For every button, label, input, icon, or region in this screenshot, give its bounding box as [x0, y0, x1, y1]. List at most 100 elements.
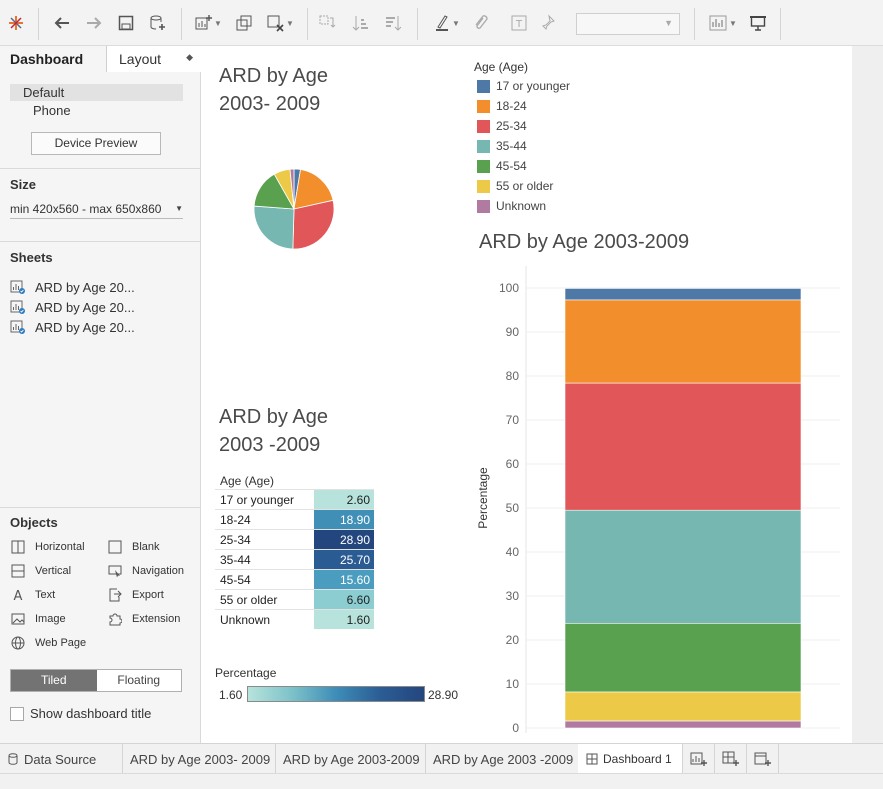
size-select[interactable]: min 420x560 - max 650x860 ▼ [10, 199, 183, 219]
legend-item[interactable]: Unknown [477, 198, 546, 214]
object-text[interactable]: A Text [10, 587, 56, 603]
stacked-bar-chart[interactable]: 0 10 20 30 40 50 60 70 80 90 100 Percentage [470, 258, 850, 743]
show-dashboard-title-checkbox[interactable] [10, 707, 24, 721]
object-extension[interactable]: Extension [107, 611, 180, 627]
pie-chart[interactable] [251, 166, 337, 252]
bar-segment-45-54[interactable] [564, 622, 802, 693]
table-title-line2: 2003 -2009 [219, 434, 321, 456]
tab-sheet-3[interactable]: ARD by Age 2003 -2009 [425, 744, 578, 774]
legend-item[interactable]: 25-34 [477, 118, 527, 134]
save-icon[interactable] [115, 11, 137, 35]
legend-label: 35-44 [496, 139, 527, 153]
tableau-logo-icon[interactable] [6, 11, 26, 35]
vertical-container-icon [10, 564, 26, 578]
image-icon [10, 612, 26, 626]
bar-segment-17-or-younger[interactable] [564, 288, 802, 301]
object-label: Horizontal [35, 541, 85, 553]
legend-label: 18-24 [496, 99, 527, 113]
swap-rows-columns-icon[interactable] [316, 11, 338, 35]
bar-segment-25-34[interactable] [564, 382, 802, 511]
status-bar [0, 773, 883, 789]
object-navigation[interactable]: Navigation [107, 563, 184, 579]
table-cell-value: 6.60 [314, 590, 374, 609]
clear-sheet-icon[interactable]: ▼ [263, 11, 297, 35]
table-row-label: Unknown [220, 613, 271, 627]
device-phone[interactable]: Phone [33, 103, 71, 118]
object-label: Vertical [35, 565, 72, 577]
legend-item[interactable]: 35-44 [477, 138, 527, 154]
table-cell-value: 2.60 [314, 490, 374, 509]
table-row[interactable]: 25-34 28.90 [215, 529, 374, 549]
sheet-item[interactable]: ARD by Age 20... [10, 298, 135, 316]
pie-title[interactable]: ARD by Age 2003- 2009 [219, 62, 328, 118]
new-dashboard-tab-icon[interactable] [714, 744, 746, 774]
device-default[interactable]: Default [10, 84, 183, 101]
pie-slice-25-34[interactable] [292, 199, 335, 250]
y-tick-label: 10 [506, 677, 520, 691]
object-blank[interactable]: Blank [107, 539, 160, 555]
new-story-tab-icon[interactable] [746, 744, 778, 774]
legend-item[interactable]: 55 or older [477, 178, 553, 194]
worksheet-icon [10, 320, 25, 334]
table-row[interactable]: 45-54 15.60 [215, 569, 374, 589]
table-row[interactable]: 35-44 25.70 [215, 549, 374, 569]
legend-swatch [477, 199, 490, 213]
legend-item[interactable]: 18-24 [477, 98, 527, 114]
sort-ascending-icon[interactable] [350, 11, 372, 35]
fix-axes-icon[interactable] [538, 11, 560, 35]
y-tick-label: 50 [506, 501, 520, 515]
show-mark-labels-icon[interactable]: T [508, 11, 530, 35]
new-worksheet-tab-icon[interactable] [682, 744, 714, 774]
object-horizontal[interactable]: Horizontal [10, 539, 85, 555]
object-web-page[interactable]: Web Page [10, 635, 86, 651]
new-worksheet-icon[interactable]: ▼ [191, 11, 225, 35]
bar-chart-title[interactable]: ARD by Age 2003-2009 [479, 228, 689, 256]
tab-dashboard[interactable]: Dashboard [0, 46, 107, 72]
presentation-mode-icon[interactable] [747, 11, 769, 35]
tab-dashboard-1-label: Dashboard 1 [603, 752, 672, 766]
bar-segment-35-44[interactable] [564, 509, 802, 624]
legend-item[interactable]: 17 or younger [477, 78, 570, 94]
table-row[interactable]: Unknown 1.60 [215, 609, 374, 629]
redo-icon[interactable] [83, 11, 105, 35]
objects-title: Objects [10, 515, 58, 530]
sheet-item[interactable]: ARD by Age 20... [10, 318, 135, 336]
y-tick-label: 60 [506, 457, 520, 471]
gradient-min: 1.60 [219, 688, 243, 702]
show-dashboard-title-label: Show dashboard title [30, 706, 152, 721]
bar-segment-55-or-older[interactable] [564, 691, 802, 722]
bar-segment-18-24[interactable] [564, 299, 802, 384]
table-row[interactable]: 55 or older 6.60 [215, 589, 374, 609]
highlight-icon[interactable]: ▼ [430, 11, 464, 35]
table-row[interactable]: 18-24 18.90 [215, 509, 374, 529]
tab-data-source[interactable]: Data Source [0, 744, 122, 774]
object-vertical[interactable]: Vertical [10, 563, 71, 579]
export-icon [107, 588, 123, 602]
svg-text:A: A [14, 589, 23, 602]
tab-sheet-1[interactable]: ARD by Age 2003- 2009 [122, 744, 275, 774]
floating-button[interactable]: Floating [96, 670, 181, 691]
duplicate-icon[interactable] [233, 11, 255, 35]
tab-dashboard-1[interactable]: Dashboard 1 [578, 744, 682, 774]
sort-descending-icon[interactable] [382, 11, 404, 35]
undo-icon[interactable] [51, 11, 73, 35]
table-row[interactable]: 17 or younger 2.60 [215, 489, 374, 509]
show-me-icon[interactable]: ▼ [706, 11, 740, 35]
bar-segment-unknown[interactable] [564, 720, 802, 729]
object-export[interactable]: Export [107, 587, 164, 603]
tab-layout[interactable]: Layout ◆ [107, 46, 201, 72]
sheet-item[interactable]: ARD by Age 20... [10, 278, 135, 296]
table-row-label: 55 or older [220, 593, 278, 607]
pie-slice-35-44[interactable] [253, 205, 295, 250]
object-image[interactable]: Image [10, 611, 66, 627]
fit-dropdown[interactable]: ▼ [576, 13, 680, 35]
tab-sheet-2[interactable]: ARD by Age 2003-2009 [275, 744, 425, 774]
group-members-icon[interactable] [470, 11, 492, 35]
sheet-tabs-bar: Data Source ARD by Age 2003- 2009 ARD by… [0, 743, 883, 774]
table-title[interactable]: ARD by Age 2003 -2009 [219, 403, 328, 459]
tiled-button[interactable]: Tiled [11, 670, 97, 691]
device-preview-button[interactable]: Device Preview [31, 132, 161, 155]
size-title: Size [10, 177, 37, 192]
legend-item[interactable]: 45-54 [477, 158, 527, 174]
new-data-source-icon[interactable] [147, 11, 169, 35]
